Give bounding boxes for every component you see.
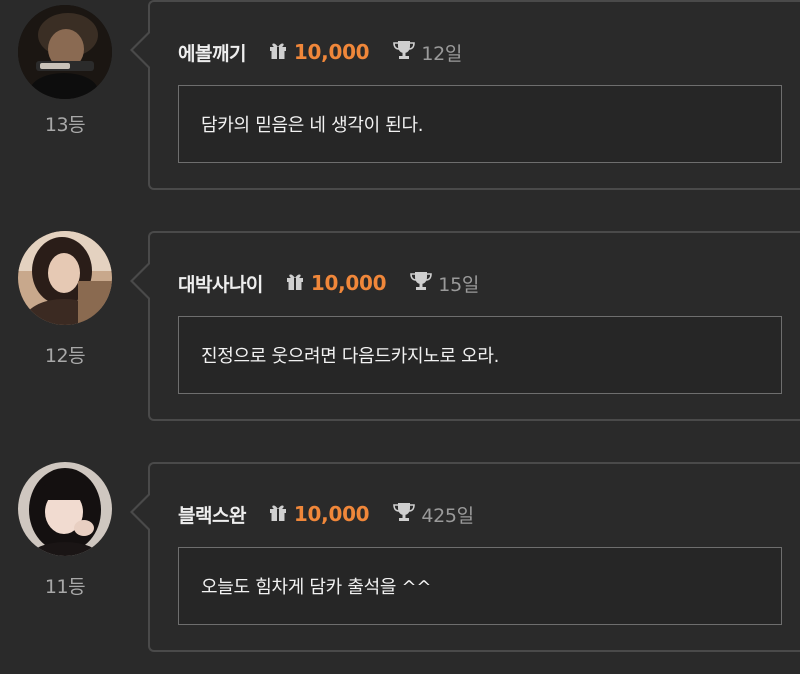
avatar-image bbox=[18, 231, 112, 325]
comment-card: 에볼깨기 10,000 12일 담카의 믿음은 네 생각이 된다. bbox=[130, 0, 800, 190]
attendance-days: 15일 bbox=[438, 273, 480, 296]
comment-card: 블랙스완 10,000 425일 오늘도 힘차게 담카 출석을 ^^ bbox=[130, 462, 800, 652]
avatar[interactable] bbox=[18, 462, 112, 556]
comment-entry: 12등 대박사나이 10,000 15일 진정으로 웃으려면 다음드카지노로 오… bbox=[0, 221, 800, 421]
comment-entry: 13등 에볼깨기 10,000 12일 담카의 믿음은 네 생각이 된다. bbox=[0, 0, 800, 190]
comment-text: 오늘도 힘차게 담카 출석을 ^^ bbox=[201, 577, 432, 598]
attendance-comment-list: 13등 에볼깨기 10,000 12일 담카의 믿음은 네 생각이 된다. 12… bbox=[0, 0, 800, 674]
points-value: 10,000 bbox=[293, 40, 370, 64]
comment-text: 담카의 믿음은 네 생각이 된다. bbox=[201, 115, 424, 136]
comment-message-box: 담카의 믿음은 네 생각이 된다. bbox=[178, 85, 782, 163]
gift-icon bbox=[268, 502, 288, 526]
attendance-days: 12일 bbox=[421, 42, 463, 65]
avatar[interactable] bbox=[18, 231, 112, 325]
comment-entry: 11등 블랙스완 10,000 425일 오늘도 힘차게 담카 출석을 ^^ bbox=[0, 452, 800, 652]
comment-message-box: 진정으로 웃으려면 다음드카지노로 오라. bbox=[178, 316, 782, 394]
trophy-icon bbox=[393, 502, 416, 526]
comment-card: 대박사나이 10,000 15일 진정으로 웃으려면 다음드카지노로 오라. bbox=[130, 231, 800, 421]
username[interactable]: 대박사나이 bbox=[178, 270, 263, 297]
trophy-icon bbox=[393, 40, 416, 64]
points-value: 10,000 bbox=[310, 271, 387, 295]
comment-meta: 블랙스완 10,000 425일 bbox=[178, 500, 474, 528]
points-value: 10,000 bbox=[293, 502, 370, 526]
username[interactable]: 블랙스완 bbox=[178, 501, 246, 528]
rank-label: 11등 bbox=[44, 576, 86, 598]
gift-icon bbox=[268, 40, 288, 64]
attendance-days: 425일 bbox=[421, 504, 474, 527]
comment-message-box: 오늘도 힘차게 담카 출석을 ^^ bbox=[178, 547, 782, 625]
avatar-image bbox=[18, 462, 112, 556]
avatar[interactable] bbox=[18, 5, 112, 99]
comment-meta: 에볼깨기 10,000 12일 bbox=[178, 38, 462, 66]
comment-meta: 대박사나이 10,000 15일 bbox=[178, 269, 479, 297]
rank-label: 13등 bbox=[44, 114, 86, 136]
trophy-icon bbox=[410, 271, 433, 295]
gift-icon bbox=[285, 271, 305, 295]
rank-label: 12등 bbox=[44, 345, 86, 367]
username[interactable]: 에볼깨기 bbox=[178, 39, 246, 66]
avatar-image bbox=[18, 5, 112, 99]
comment-text: 진정으로 웃으려면 다음드카지노로 오라. bbox=[201, 346, 500, 367]
